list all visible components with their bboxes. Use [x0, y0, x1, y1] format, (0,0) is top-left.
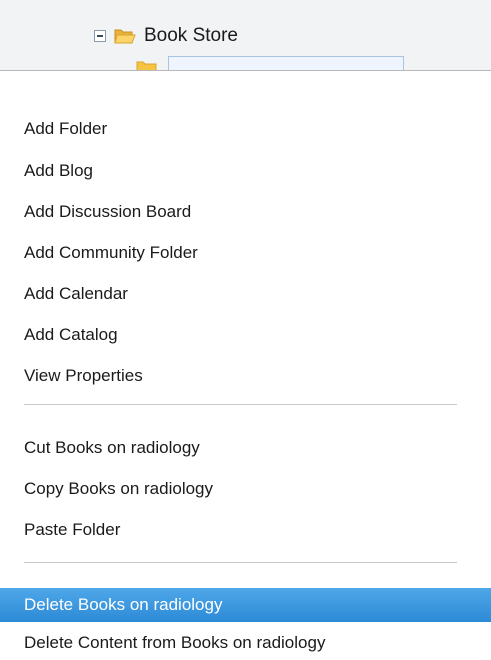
- menu-item-add-catalog[interactable]: Add Catalog: [0, 318, 491, 352]
- tree-node-book-store[interactable]: Book Store: [94, 22, 238, 50]
- menu-item-view-properties[interactable]: View Properties: [0, 359, 491, 393]
- menu-item-delete[interactable]: Delete Books on radiology: [0, 588, 491, 622]
- menu-separator: [24, 562, 457, 563]
- menu-item-add-blog[interactable]: Add Blog: [0, 154, 491, 188]
- open-folder-icon: [114, 29, 136, 44]
- menu-item-add-folder[interactable]: Add Folder: [0, 112, 491, 146]
- context-menu: Add Folder Add Blog Add Discussion Board…: [0, 70, 491, 660]
- tree-node-label: Book Store: [144, 25, 238, 46]
- menu-separator: [24, 404, 457, 405]
- menu-item-delete-content[interactable]: Delete Content from Books on radiology: [0, 626, 491, 660]
- menu-item-add-calendar[interactable]: Add Calendar: [0, 277, 491, 311]
- minus-square-icon[interactable]: [94, 30, 106, 42]
- menu-item-cut[interactable]: Cut Books on radiology: [0, 431, 491, 465]
- menu-item-add-community-folder[interactable]: Add Community Folder: [0, 236, 491, 270]
- folder-tree: Book Store: [0, 0, 491, 78]
- menu-item-copy[interactable]: Copy Books on radiology: [0, 472, 491, 506]
- menu-item-add-discussion-board[interactable]: Add Discussion Board: [0, 195, 491, 229]
- menu-item-paste-folder[interactable]: Paste Folder: [0, 513, 491, 547]
